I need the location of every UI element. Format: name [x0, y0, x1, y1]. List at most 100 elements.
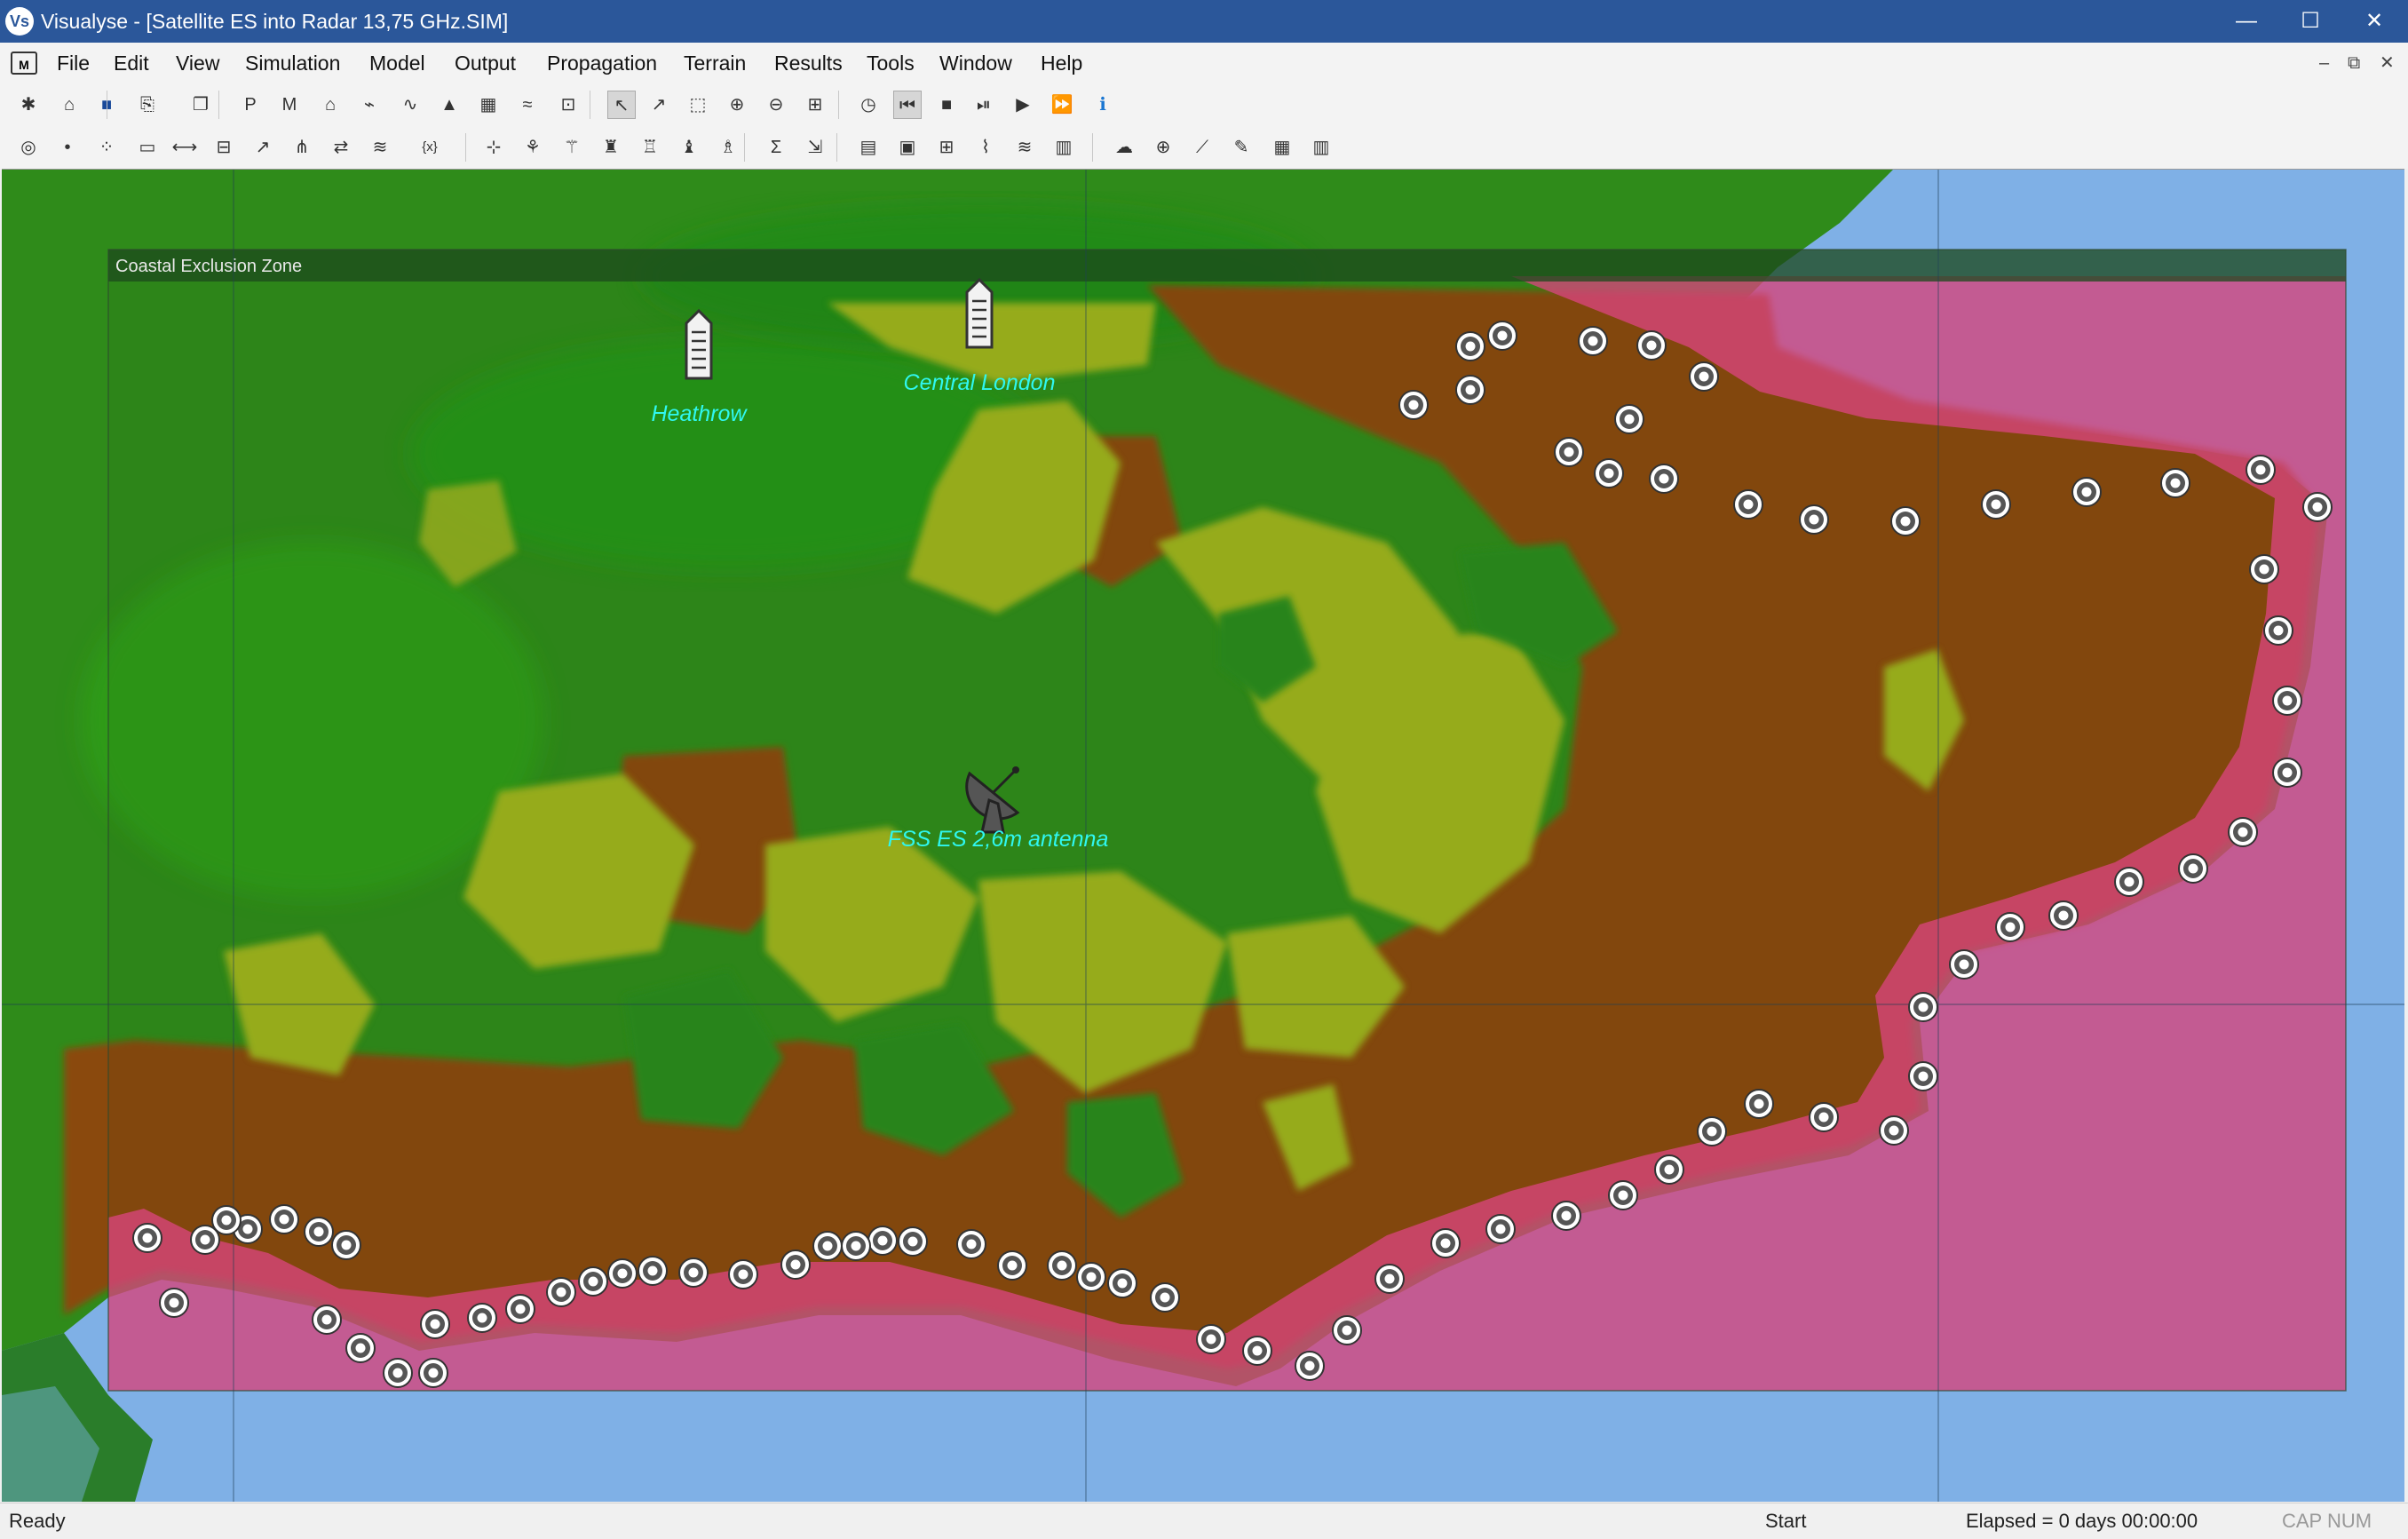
- radar-station-marker[interactable]: [1995, 912, 2025, 942]
- menu-view[interactable]: View: [176, 43, 219, 83]
- radar-station-marker[interactable]: [1076, 1262, 1106, 1292]
- mdi-close-button[interactable]: ✕: [2380, 43, 2395, 83]
- radar-station-marker[interactable]: [1242, 1336, 1272, 1366]
- radar-station-marker[interactable]: [1697, 1116, 1727, 1146]
- radar-station-marker[interactable]: [345, 1333, 376, 1363]
- menu-terrain[interactable]: Terrain: [684, 43, 746, 83]
- radar-station-marker[interactable]: [578, 1266, 608, 1297]
- station-link-icon[interactable]: ⌁: [355, 91, 384, 119]
- radar-station-marker[interactable]: [1047, 1250, 1077, 1281]
- antenna-icon[interactable]: ◎: [14, 133, 43, 162]
- area-rect-icon[interactable]: ▭: [133, 133, 162, 162]
- radar-station-marker[interactable]: [383, 1358, 413, 1388]
- radar-station-marker[interactable]: [1799, 504, 1829, 535]
- report-icon[interactable]: ▤: [854, 133, 883, 162]
- select-area-icon[interactable]: ⬚: [684, 91, 712, 119]
- swap-icon[interactable]: ⇄: [327, 133, 355, 162]
- path-profile-icon[interactable]: ⟋: [1188, 133, 1216, 162]
- radar-station-marker[interactable]: [1908, 992, 1938, 1022]
- copy-icon[interactable]: ❐: [186, 91, 215, 119]
- info-icon[interactable]: ℹ: [1089, 91, 1117, 119]
- line-icon[interactable]: ⟷: [170, 133, 199, 162]
- radar-station-marker[interactable]: [190, 1225, 220, 1255]
- station-group-icon[interactable]: ⚘: [519, 133, 547, 162]
- radar-station-marker[interactable]: [1196, 1324, 1226, 1354]
- stop-icon[interactable]: ■: [932, 91, 961, 119]
- radar-station-marker[interactable]: [898, 1226, 928, 1257]
- radar-station-marker[interactable]: [2114, 867, 2144, 897]
- tower-edit-icon[interactable]: ♖: [636, 133, 664, 162]
- interference-icon[interactable]: ≋: [366, 133, 394, 162]
- document-menu-icon[interactable]: M: [11, 52, 37, 75]
- radar-station-marker[interactable]: [546, 1277, 576, 1307]
- app-icon[interactable]: Vs: [5, 7, 34, 36]
- radar-station-marker[interactable]: [2048, 900, 2079, 931]
- radar-station-marker[interactable]: [2263, 615, 2293, 646]
- select-multi-icon[interactable]: ↗: [645, 91, 673, 119]
- radar-station-marker[interactable]: [1455, 375, 1485, 405]
- menu-window[interactable]: Window: [939, 43, 1012, 83]
- zoom-out-icon[interactable]: ⊖: [762, 91, 790, 119]
- radar-station-marker[interactable]: [638, 1256, 668, 1286]
- radar-station-marker[interactable]: [2272, 686, 2302, 716]
- radar-station-marker[interactable]: [2272, 758, 2302, 788]
- radar-station-marker[interactable]: [2071, 477, 2102, 507]
- radar-station-marker[interactable]: [331, 1230, 361, 1260]
- map-view[interactable]: Coastal Exclusion Zone Heathrow Central …: [2, 169, 2404, 1502]
- mdi-restore-button[interactable]: ⧉: [2348, 43, 2360, 83]
- radar-station-marker[interactable]: [467, 1303, 497, 1333]
- point-icon[interactable]: •: [53, 133, 82, 162]
- radar-station-marker[interactable]: [1398, 390, 1429, 420]
- radar-station-marker[interactable]: [2160, 468, 2190, 498]
- clock-icon[interactable]: ◷: [854, 91, 883, 119]
- radar-station-marker[interactable]: [132, 1223, 162, 1253]
- graph-area-icon[interactable]: ≋: [1010, 133, 1039, 162]
- report-select-icon[interactable]: ▣: [893, 133, 922, 162]
- radar-station-marker[interactable]: [505, 1294, 535, 1324]
- radar-station-marker[interactable]: [1890, 506, 1921, 536]
- radar-station-marker[interactable]: [2246, 455, 2276, 485]
- open-file-icon[interactable]: ⌂: [55, 91, 83, 119]
- radar-station-marker[interactable]: [1614, 404, 1644, 434]
- radar-station-marker[interactable]: [1654, 1154, 1684, 1185]
- menu-tools[interactable]: Tools: [867, 43, 915, 83]
- minimize-button[interactable]: —: [2214, 0, 2278, 43]
- radar-station-marker[interactable]: [1636, 330, 1667, 361]
- tower-delete-icon[interactable]: ♗: [714, 133, 742, 162]
- save-as-icon[interactable]: ⎘: [133, 91, 162, 119]
- menu-simulation[interactable]: Simulation: [245, 43, 340, 83]
- menu-output[interactable]: Output: [455, 43, 516, 83]
- tiles-icon[interactable]: ▦: [1268, 133, 1296, 162]
- area-analysis-icon[interactable]: ≈: [513, 91, 542, 119]
- station-p-icon[interactable]: P: [236, 91, 265, 119]
- radar-station-marker[interactable]: [1487, 321, 1517, 351]
- fast-forward-icon[interactable]: ⏩: [1048, 91, 1076, 119]
- map-canvas[interactable]: Coastal Exclusion Zone Heathrow Central …: [2, 170, 2404, 1502]
- radar-station-marker[interactable]: [1733, 489, 1763, 520]
- station-orbit-icon[interactable]: ∿: [396, 91, 424, 119]
- terrain-add-icon[interactable]: ⊕: [1149, 133, 1177, 162]
- radar-station-marker[interactable]: [1594, 458, 1624, 488]
- radar-station-marker[interactable]: [2249, 554, 2279, 584]
- radar-station-marker[interactable]: [812, 1231, 843, 1261]
- radar-station-marker[interactable]: [1332, 1315, 1362, 1345]
- radar-station-marker[interactable]: [269, 1204, 299, 1234]
- zoom-100-icon[interactable]: ⊞: [801, 91, 829, 119]
- menu-results[interactable]: Results: [774, 43, 843, 83]
- step-icon[interactable]: ⏯: [970, 91, 998, 119]
- radar-station-marker[interactable]: [1430, 1228, 1461, 1258]
- play-icon[interactable]: ▶: [1009, 91, 1037, 119]
- radar-station-marker[interactable]: [1485, 1214, 1516, 1244]
- radar-station-marker[interactable]: [1949, 949, 1979, 980]
- tower-icon[interactable]: ♜: [597, 133, 625, 162]
- add-station-icon[interactable]: ⊹: [479, 133, 508, 162]
- terrain-profile-icon[interactable]: ▲: [435, 91, 463, 119]
- menu-model[interactable]: Model: [369, 43, 425, 83]
- table-icon[interactable]: ▦: [474, 91, 503, 119]
- select-pointer-icon[interactable]: ↖: [607, 91, 636, 119]
- radar-station-marker[interactable]: [1150, 1282, 1180, 1313]
- graph-bar-icon[interactable]: ▥: [1050, 133, 1078, 162]
- radar-station-marker[interactable]: [1981, 489, 2011, 520]
- radar-station-marker[interactable]: [1295, 1351, 1325, 1381]
- report-add-icon[interactable]: ⊞: [932, 133, 961, 162]
